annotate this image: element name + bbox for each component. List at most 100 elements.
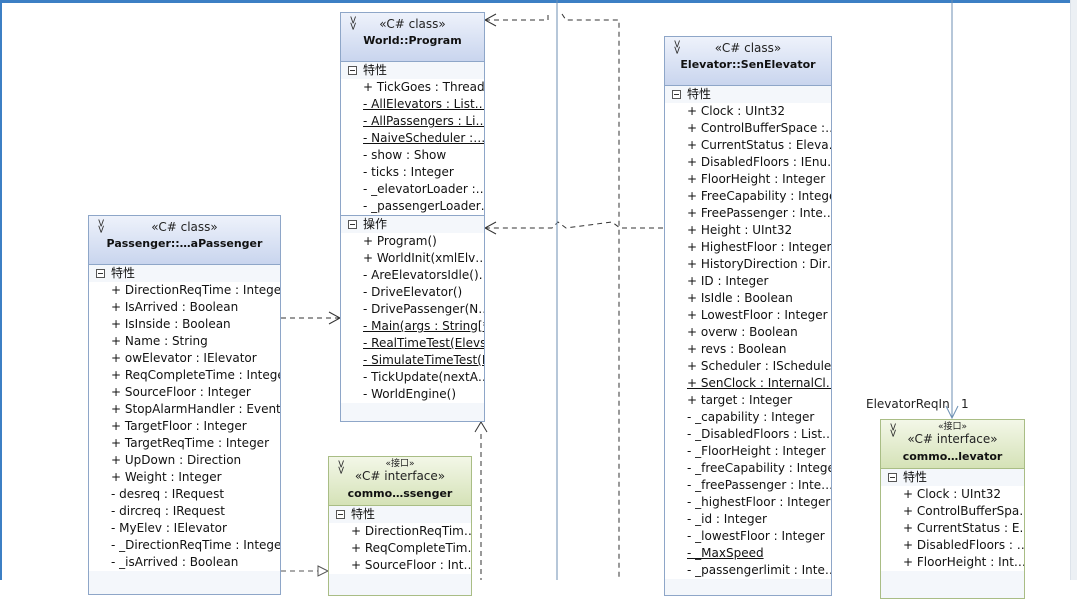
class-header: << «C# class» World::Program xyxy=(341,13,484,62)
attributes-section-toggle[interactable]: 特性 xyxy=(665,86,831,103)
dependency-top-right[interactable] xyxy=(561,13,620,580)
attribute-item[interactable]: + LowestFloor : Integer xyxy=(665,307,831,324)
collapse-chevron-icon[interactable]: << xyxy=(335,462,348,474)
attribute-item[interactable]: - MyElev : IElevator xyxy=(89,520,280,537)
attribute-item[interactable]: + ID : Integer xyxy=(665,273,831,290)
attribute-item[interactable]: - _id : Integer xyxy=(665,511,831,528)
attribute-item[interactable]: - AllPassengers : Li… xyxy=(341,113,484,130)
operations-section-toggle[interactable]: 操作 xyxy=(341,215,484,233)
operation-item[interactable]: - WorldEngine() xyxy=(341,386,484,403)
class-senelevator[interactable]: << «C# class» Elevator::SenElevator 特性 +… xyxy=(664,36,832,596)
attribute-item[interactable]: + ReqCompleteTime : Integer xyxy=(89,367,280,384)
attribute-item[interactable]: + IsArrived : Boolean xyxy=(89,299,280,316)
attribute-item[interactable]: + ReqCompleteTim… xyxy=(329,540,471,557)
attribute-item[interactable]: - _MaxSpeed xyxy=(665,545,831,562)
operation-item[interactable]: - DrivePassenger(N… xyxy=(341,301,484,318)
attributes-section-toggle[interactable]: 特性 xyxy=(329,506,471,523)
attribute-item[interactable]: + IsIdle : Boolean xyxy=(665,290,831,307)
attribute-item[interactable]: + DisabledFloors : … xyxy=(881,537,1024,554)
attribute-item[interactable]: + owElevator : IElevator xyxy=(89,350,280,367)
attribute-item[interactable]: + SourceFloor : Integer xyxy=(89,384,280,401)
attribute-item[interactable]: - AllElevators : List… xyxy=(341,96,484,113)
class-passenger[interactable]: << «C# class» Passenger::…aPassenger 特性 … xyxy=(88,215,281,595)
attribute-item[interactable]: - desreq : IRequest xyxy=(89,486,280,503)
attribute-item[interactable]: + SourceFloor : Int… xyxy=(329,557,471,574)
attribute-item[interactable]: - _elevatorLoader :… xyxy=(341,181,484,198)
attribute-item[interactable]: - ticks : Integer xyxy=(341,164,484,181)
attribute-item[interactable]: + FreePassenger : Inte… xyxy=(665,205,831,222)
interface-ielevator[interactable]: << «接口» «C# interface» commo…levator 特性 … xyxy=(880,419,1025,599)
attribute-item[interactable]: + HighestFloor : Integer xyxy=(665,239,831,256)
attribute-item[interactable]: + CurrentStatus : E… xyxy=(881,520,1024,537)
attribute-item[interactable]: - _lowestFloor : Integer xyxy=(665,528,831,545)
interface-ipassenger[interactable]: << «接口» «C# interface» commo…ssenger 特性 … xyxy=(328,456,472,596)
attribute-item[interactable]: - dircreq : IRequest xyxy=(89,503,280,520)
attribute-item[interactable]: + Scheduler : IScheduler xyxy=(665,358,831,375)
attribute-item[interactable]: + TargetFloor : Integer xyxy=(89,418,280,435)
attribute-item[interactable]: + Height : UInt32 xyxy=(665,222,831,239)
collapse-chevron-icon[interactable]: << xyxy=(95,221,108,233)
collapse-chevron-icon[interactable]: << xyxy=(887,425,900,437)
attribute-item[interactable]: + TickGoes : Thread xyxy=(341,79,484,96)
attribute-item[interactable]: + Name : String xyxy=(89,333,280,350)
attribute-item[interactable]: + Clock : UInt32 xyxy=(665,103,831,120)
attribute-item[interactable]: + revs : Boolean xyxy=(665,341,831,358)
operation-item[interactable]: + Program() xyxy=(341,233,484,250)
attribute-item[interactable]: + DirectionReqTim… xyxy=(329,523,471,540)
attributes-section-toggle[interactable]: 特性 xyxy=(881,469,1024,486)
attribute-item[interactable]: - _highestFloor : Integer xyxy=(665,494,831,511)
attribute-item[interactable]: - _isArrived : Boolean xyxy=(89,554,280,571)
attribute-item[interactable]: + DisabledFloors : IEnu… xyxy=(665,154,831,171)
attribute-item[interactable]: - _freeCapability : Integer xyxy=(665,460,831,477)
collapse-chevron-icon[interactable]: << xyxy=(671,42,684,54)
stereotype-label: «C# class» xyxy=(151,220,218,234)
collapse-toggle-icon[interactable] xyxy=(672,90,681,99)
dependency-top-program[interactable] xyxy=(485,12,549,21)
attribute-item[interactable]: - _passengerlimit : Inte… xyxy=(665,562,831,579)
operation-item[interactable]: - AreElevatorsIdle()… xyxy=(341,267,484,284)
dependency-elevator-program[interactable] xyxy=(485,221,663,229)
operation-item[interactable]: + WorldInit(xmlElv… xyxy=(341,250,484,267)
attribute-item[interactable]: + StopAlarmHandler : Event… xyxy=(89,401,280,418)
attributes-section-toggle[interactable]: 特性 xyxy=(89,265,280,282)
attribute-item[interactable]: - _DisabledFloors : List… xyxy=(665,426,831,443)
attribute-item[interactable]: + overw : Boolean xyxy=(665,324,831,341)
attribute-item[interactable]: + Weight : Integer xyxy=(89,469,280,486)
collapse-toggle-icon[interactable] xyxy=(336,510,345,519)
attribute-item[interactable]: + TargetReqTime : Integer xyxy=(89,435,280,452)
attribute-item[interactable]: - _capability : Integer xyxy=(665,409,831,426)
attribute-item[interactable]: - _DirectionReqTime : Integer xyxy=(89,537,280,554)
attribute-item[interactable]: + FreeCapability : Integer xyxy=(665,188,831,205)
attribute-item[interactable]: + FloorHeight : Integer xyxy=(665,171,831,188)
attribute-item[interactable]: + Clock : UInt32 xyxy=(881,486,1024,503)
attribute-item[interactable]: + FloorHeight : Int… xyxy=(881,554,1024,571)
attribute-item[interactable]: + UpDown : Direction xyxy=(89,452,280,469)
attribute-item[interactable]: + SenClock : InternalCl… xyxy=(665,375,831,392)
attribute-item[interactable]: - _freePassenger : Inte… xyxy=(665,477,831,494)
attribute-item[interactable]: - _FloorHeight : Integer xyxy=(665,443,831,460)
operation-item[interactable]: - TickUpdate(nextA… xyxy=(341,369,484,386)
collapse-toggle-icon[interactable] xyxy=(348,220,357,229)
attribute-item[interactable]: + ControlBufferSpa… xyxy=(881,503,1024,520)
association-multiplicity-label: 1 xyxy=(961,397,969,411)
attribute-item[interactable]: + DirectionReqTime : Integer xyxy=(89,282,280,299)
attribute-item[interactable]: + IsInside : Boolean xyxy=(89,316,280,333)
attribute-item[interactable]: + ControlBufferSpace :… xyxy=(665,120,831,137)
operation-item[interactable]: - SimulateTimeTest(El… xyxy=(341,352,484,369)
attribute-item[interactable]: + HistoryDirection : Dir… xyxy=(665,256,831,273)
collapse-chevron-icon[interactable]: << xyxy=(347,18,360,30)
attribute-item[interactable]: - show : Show xyxy=(341,147,484,164)
collapse-toggle-icon[interactable] xyxy=(888,473,897,482)
operation-item[interactable]: - DriveElevator() xyxy=(341,284,484,301)
operation-item[interactable]: - Main(args : String[*]) xyxy=(341,318,484,335)
operation-item[interactable]: - RealTimeTest(Elevs… xyxy=(341,335,484,352)
attributes-section-toggle[interactable]: 特性 xyxy=(341,62,484,79)
attribute-item[interactable]: - NaiveScheduler :… xyxy=(341,130,484,147)
attribute-item[interactable]: + target : Integer xyxy=(665,392,831,409)
class-program[interactable]: << «C# class» World::Program 特性 + TickGo… xyxy=(340,12,485,422)
stereotype-small-label: «接口» xyxy=(937,422,967,432)
collapse-toggle-icon[interactable] xyxy=(348,66,357,75)
collapse-toggle-icon[interactable] xyxy=(96,269,105,278)
attribute-item[interactable]: + CurrentStatus : Eleva… xyxy=(665,137,831,154)
attribute-item[interactable]: - _passengerLoader… xyxy=(341,198,484,215)
